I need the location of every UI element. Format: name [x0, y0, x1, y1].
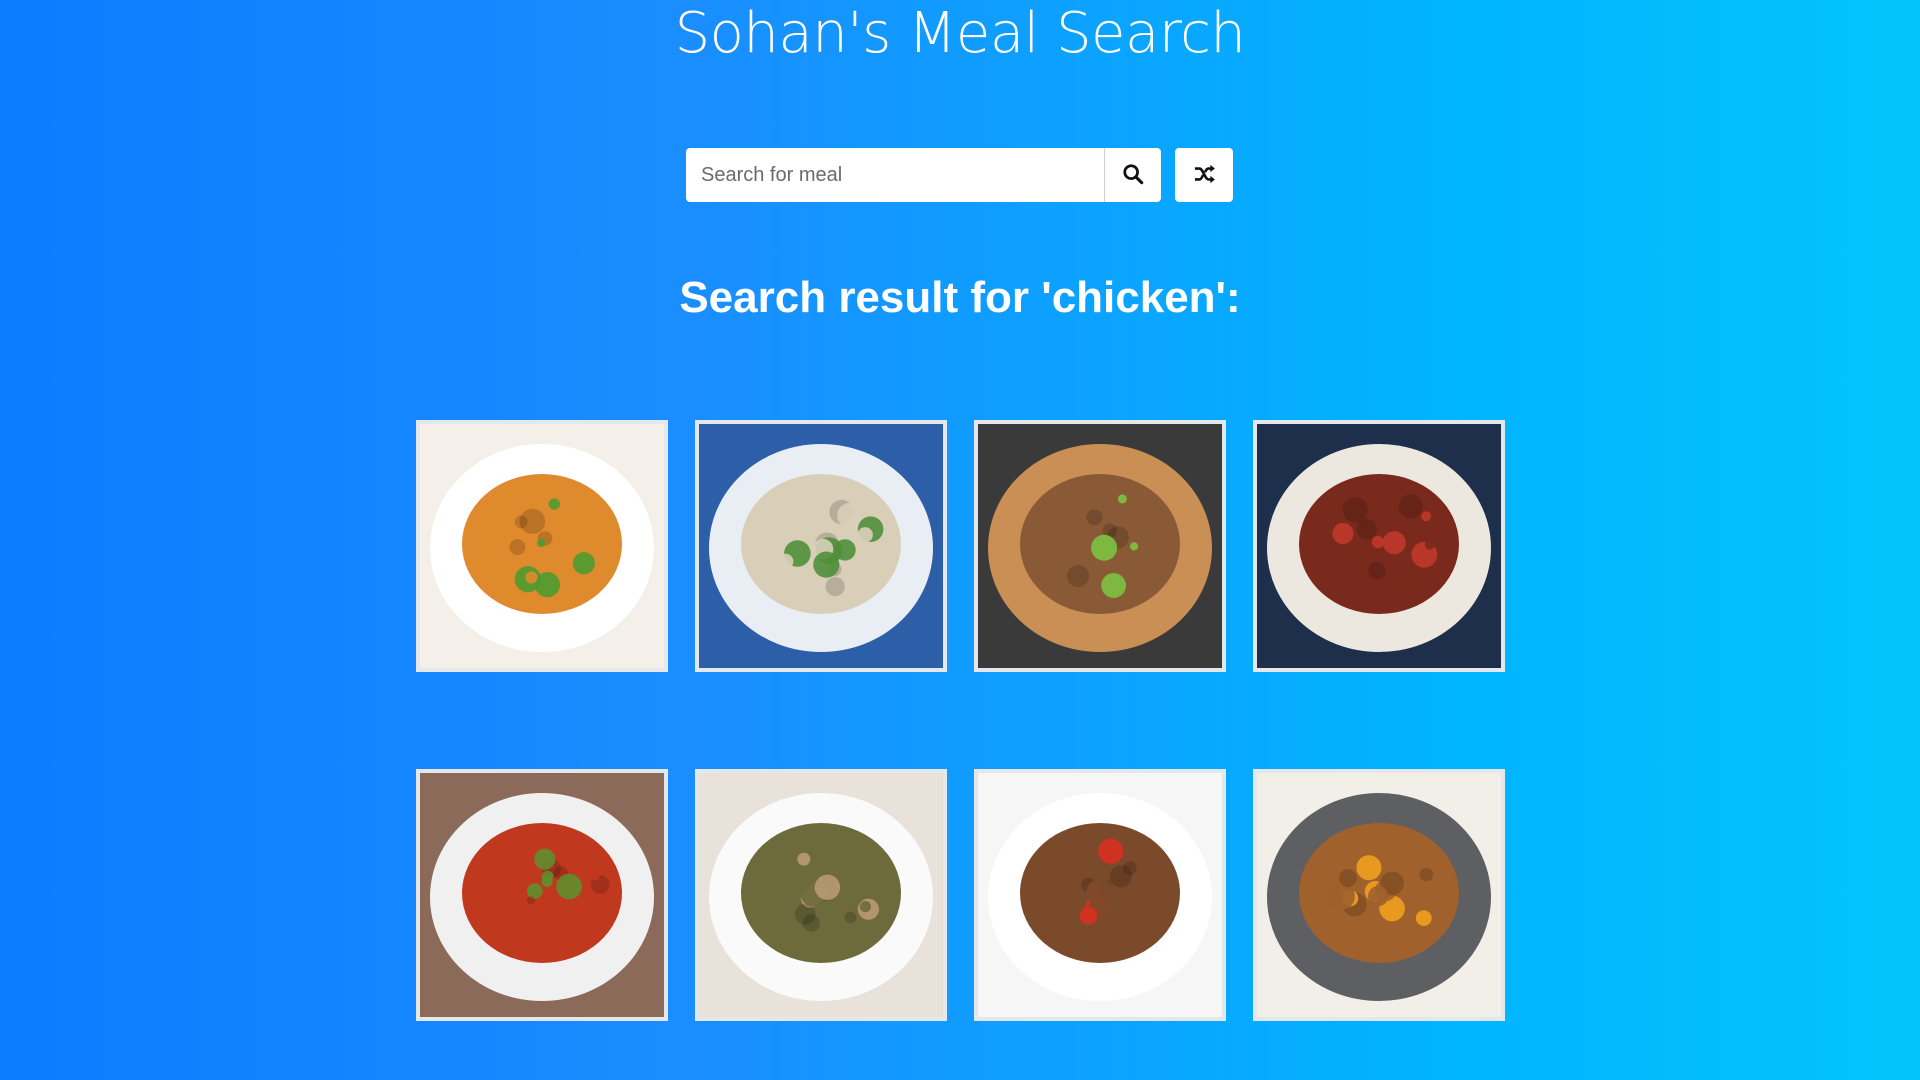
search-button[interactable]	[1104, 148, 1161, 202]
meals-grid	[416, 420, 1506, 1021]
meal-image	[420, 773, 664, 1017]
meal-image	[978, 773, 1222, 1017]
meal-card[interactable]	[695, 420, 947, 672]
search-input[interactable]	[686, 148, 1104, 202]
app-title: Sohan's Meal Search	[674, 1, 1246, 66]
meal-card[interactable]	[1253, 420, 1505, 672]
meal-image	[1257, 773, 1501, 1017]
meal-image	[978, 424, 1222, 668]
meal-image	[699, 424, 943, 668]
random-meal-button[interactable]	[1175, 148, 1233, 202]
search-form	[686, 148, 1233, 202]
meal-card[interactable]	[974, 420, 1226, 672]
meal-card[interactable]	[416, 420, 668, 672]
meal-card[interactable]	[1253, 769, 1505, 1021]
search-result-heading: Search result for 'chicken':	[679, 273, 1241, 322]
meal-image	[1257, 424, 1501, 668]
meal-card[interactable]	[416, 769, 668, 1021]
meal-image	[420, 424, 664, 668]
meal-image	[699, 773, 943, 1017]
meal-card[interactable]	[974, 769, 1226, 1021]
meal-card[interactable]	[695, 769, 947, 1021]
shuffle-icon	[1193, 164, 1215, 187]
search-icon	[1122, 163, 1144, 188]
